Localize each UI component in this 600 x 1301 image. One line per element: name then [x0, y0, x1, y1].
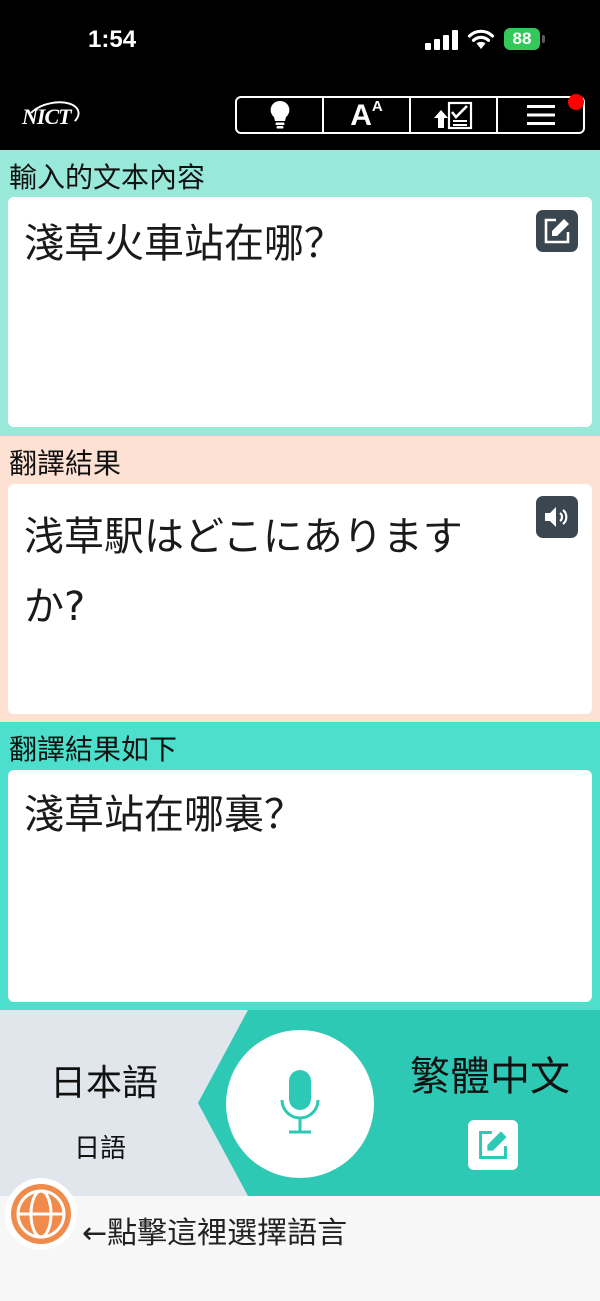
language-hint-text: ←點擊這裡選擇語言 — [82, 1216, 348, 1251]
hint-button[interactable] — [237, 98, 324, 132]
source-language-sublabel: 日語 — [74, 1134, 127, 1164]
bottom-bar: ←點擊這裡選擇語言 — [0, 1178, 600, 1301]
target-language-label[interactable]: 繁體中文 — [410, 1044, 570, 1102]
input-text: 淺草火車站在哪？ — [24, 221, 344, 267]
edit-input-button[interactable] — [536, 210, 578, 252]
notification-dot — [568, 94, 584, 110]
history-button[interactable] — [411, 98, 498, 132]
edit-icon — [479, 1131, 507, 1159]
battery-tip — [542, 35, 545, 43]
back-translation-section: 翻譯結果如下 淺草站在哪裏？ — [0, 722, 600, 1010]
wifi-icon — [467, 29, 495, 49]
translation-section: 翻譯結果 浅草駅はどこにありますか? — [0, 436, 600, 722]
input-text-card[interactable]: 淺草火車站在哪？ — [8, 197, 592, 427]
microphone-button[interactable] — [226, 1030, 374, 1178]
upload-checklist-icon — [433, 101, 472, 130]
microphone-icon — [280, 1070, 320, 1134]
globe-icon — [11, 1184, 71, 1244]
translation-text: 浅草駅はどこにありますか? — [24, 514, 463, 630]
translation-text-card: 浅草駅はどこにありますか? — [8, 484, 592, 714]
toolbar-button-group: AA — [235, 96, 585, 134]
language-bar: 日本語 日語 繁體中文 — [0, 1010, 600, 1196]
speaker-icon — [545, 507, 568, 527]
source-language-label[interactable]: 日本語 — [50, 1054, 158, 1106]
font-size-icon: AA — [350, 98, 383, 132]
back-translation-section-label: 翻譯結果如下 — [9, 734, 178, 765]
edit-icon — [544, 218, 570, 244]
battery-indicator: 88 — [504, 28, 540, 50]
cellular-signal-icon — [425, 30, 459, 50]
language-select-button[interactable] — [5, 1178, 77, 1250]
translation-section-label: 翻譯結果 — [9, 448, 122, 479]
speak-button[interactable] — [536, 496, 578, 538]
input-section: 輸入的文本內容 淺草火車站在哪？ — [0, 150, 600, 436]
back-translation-text-card: 淺草站在哪裏？ — [8, 770, 592, 1002]
target-edit-button[interactable] — [468, 1120, 518, 1170]
nict-logo: NICT — [20, 96, 83, 138]
status-bar: 1:54 88 — [0, 0, 600, 80]
input-section-label: 輸入的文本內容 — [9, 162, 206, 193]
font-size-button[interactable]: AA — [324, 98, 411, 132]
back-translation-text: 淺草站在哪裏？ — [24, 792, 304, 838]
status-time: 1:54 — [88, 26, 137, 53]
lightbulb-icon — [270, 100, 289, 129]
menu-icon — [526, 105, 555, 125]
